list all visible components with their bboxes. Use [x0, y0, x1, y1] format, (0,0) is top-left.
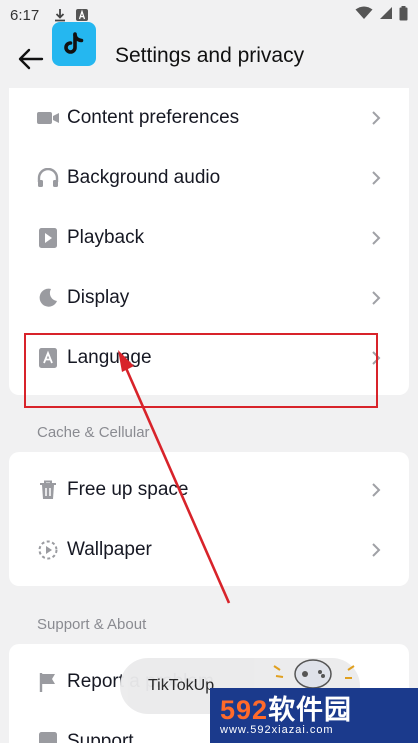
menu-item-label: Wallpaper — [67, 539, 152, 560]
back-arrow-icon — [18, 48, 44, 70]
menu-item-background-audio[interactable]: Background audio — [9, 148, 409, 208]
menu-item-label: Playback — [67, 227, 145, 248]
menu-item-wallpaper[interactable]: Wallpaper — [9, 520, 409, 580]
battery-icon — [399, 5, 408, 25]
watermark-text: 软件园 — [268, 694, 353, 725]
page-title: Settings and privacy — [115, 44, 305, 67]
wifi-icon — [355, 6, 373, 24]
section-title-cache: Cache & Cellular — [37, 424, 150, 441]
chevron-right-icon — [369, 231, 383, 245]
flag-icon — [37, 671, 59, 693]
menu-item-free-up-space[interactable]: Free up space — [9, 460, 409, 520]
menu-item-display[interactable]: Display — [9, 268, 409, 328]
video-camera-icon — [37, 107, 59, 129]
watermark-logo: 592软件园 www.592xiazai.com — [210, 688, 418, 743]
chevron-right-icon — [369, 171, 383, 185]
back-button[interactable] — [16, 44, 46, 74]
menu-item-label: Background audio — [67, 167, 221, 188]
text-a-icon — [75, 8, 89, 22]
section-title-support: Support & About — [37, 616, 147, 633]
trash-icon — [37, 479, 59, 501]
toast-text: TikTokUp — [148, 677, 215, 694]
chevron-right-icon — [369, 111, 383, 125]
settings-card-cache: Free up space Wallpaper — [9, 452, 409, 586]
headphones-icon — [37, 167, 59, 189]
highlight-box — [24, 333, 378, 408]
wallpaper-icon — [37, 539, 59, 561]
chevron-right-icon — [369, 291, 383, 305]
menu-item-label: Display — [67, 287, 130, 308]
moon-icon — [37, 287, 59, 309]
tiktok-logo-icon — [52, 22, 96, 66]
download-icon — [53, 8, 67, 22]
menu-item-label: Content preferences — [67, 107, 240, 128]
chevron-right-icon — [369, 483, 383, 497]
watermark-number: 592 — [220, 694, 269, 725]
menu-item-label: Support — [67, 731, 134, 743]
chevron-right-icon — [369, 543, 383, 557]
play-icon — [37, 227, 59, 249]
menu-item-playback[interactable]: Playback — [9, 208, 409, 268]
menu-item-content-preferences[interactable]: Content preferences — [9, 88, 409, 148]
signal-icon — [379, 6, 393, 24]
menu-item-label: Free up space — [67, 479, 189, 500]
support-icon — [37, 731, 59, 743]
status-time: 6:17 — [10, 6, 40, 24]
watermark-url: www.592xiazai.com — [220, 723, 334, 736]
